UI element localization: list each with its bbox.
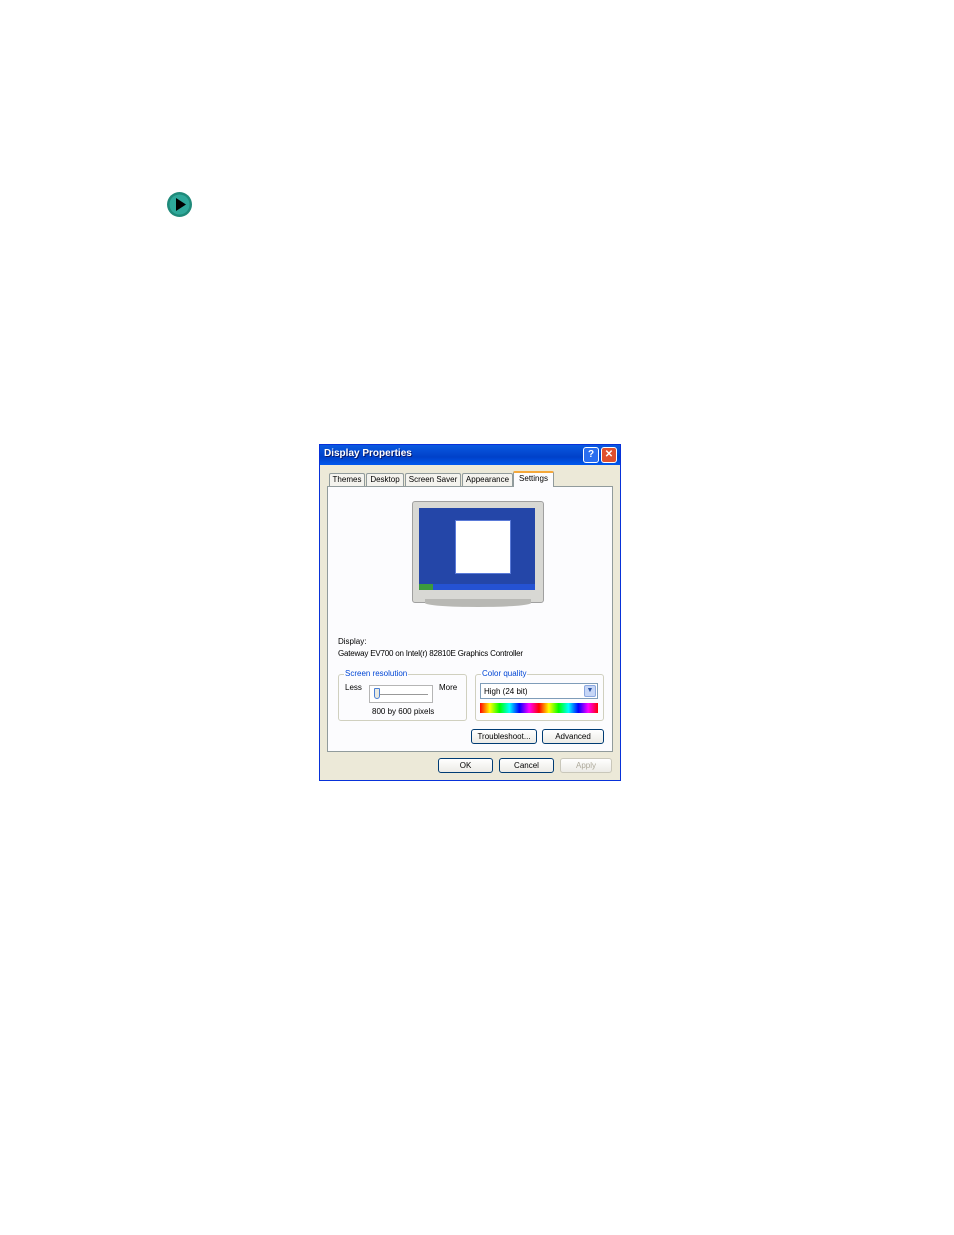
resolution-value: 800 by 600 pixels — [372, 707, 435, 716]
preview-start-button — [419, 584, 433, 590]
settings-panel: Display: Gateway EV700 on Intel(r) 82810… — [327, 486, 613, 752]
display-label: Display: — [338, 637, 367, 646]
apply-button: Apply — [560, 758, 612, 773]
less-label: Less — [345, 683, 362, 692]
monitor-stand — [425, 599, 531, 607]
troubleshoot-button[interactable]: Troubleshoot... — [471, 729, 537, 744]
slider-track-line — [374, 694, 428, 696]
color-quality-select[interactable]: High (24 bit) ▼ — [480, 683, 598, 699]
close-button[interactable]: ✕ — [601, 447, 617, 463]
color-spectrum-bar — [480, 703, 598, 713]
resolution-slider[interactable] — [369, 685, 433, 703]
screen-resolution-title: Screen resolution — [344, 669, 409, 678]
ok-button[interactable]: OK — [438, 758, 493, 773]
more-label: More — [439, 683, 458, 692]
screen-resolution-group: Screen resolution Less More 800 by 600 p… — [338, 669, 467, 721]
cancel-button[interactable]: Cancel — [499, 758, 554, 773]
tab-themes[interactable]: Themes — [329, 473, 365, 486]
preview-taskbar — [419, 584, 535, 590]
monitor-screen — [419, 508, 535, 590]
tab-desktop[interactable]: Desktop — [366, 473, 404, 486]
display-value: Gateway EV700 on Intel(r) 82810E Graphic… — [338, 649, 523, 658]
color-quality-value: High (24 bit) — [484, 687, 528, 696]
color-quality-title: Color quality — [481, 669, 528, 678]
help-button[interactable]: ? — [583, 447, 599, 463]
dialog-title: Display Properties — [324, 448, 412, 459]
tab-screen-saver[interactable]: Screen Saver — [405, 473, 461, 486]
display-properties-dialog: Display Properties ? ✕ Themes Desktop Sc… — [319, 444, 621, 781]
monitor-preview — [412, 501, 544, 603]
preview-window — [455, 520, 511, 574]
color-quality-group: Color quality High (24 bit) ▼ — [475, 669, 604, 721]
chevron-down-icon[interactable]: ▼ — [584, 685, 596, 697]
title-bar[interactable]: Display Properties ? ✕ — [320, 445, 620, 465]
arrow-bullet-icon — [167, 192, 192, 217]
tab-appearance[interactable]: Appearance — [462, 473, 513, 486]
slider-thumb[interactable] — [374, 688, 380, 699]
tab-settings[interactable]: Settings — [513, 471, 554, 487]
advanced-button[interactable]: Advanced — [542, 729, 604, 744]
